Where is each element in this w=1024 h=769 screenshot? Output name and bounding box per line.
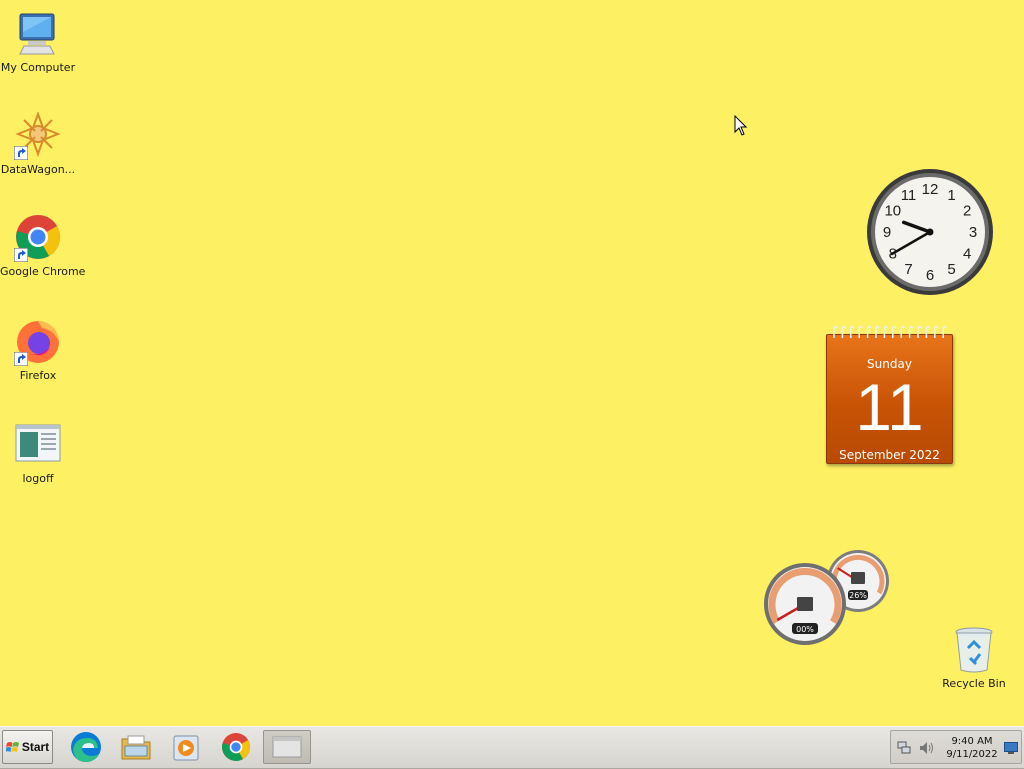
calendar-gadget[interactable]: Sunday 11 September 2022 [826,324,953,464]
taskbar-media-player-button[interactable] [166,730,206,764]
shortcut-arrow-icon [14,248,28,262]
calendar-ring [934,325,939,338]
clock-numeral: 6 [926,267,934,284]
desktop-icon-label: DataWagon... [0,163,76,176]
calendar-ring [892,325,897,338]
clock-numeral: 5 [947,261,955,278]
calendar-month-year: September 2022 [839,448,940,462]
desktop-icon-label: Firefox [19,369,57,382]
calendar-weekday: Sunday [867,357,912,371]
tray-time: 9:40 AM [951,736,993,747]
taskbar-edge-button[interactable] [66,730,106,764]
taskbar-chrome-button[interactable] [216,730,256,764]
shortcut-arrow-icon [14,146,28,160]
calendar-day-number: 11 [855,370,924,444]
clock-numeral: 4 [963,246,971,263]
clock-numeral: 2 [963,203,971,220]
start-label: Start [21,740,50,754]
tray-clock[interactable]: 9:40 AM 9/11/2022 [943,735,1001,761]
chrome-icon [222,733,250,761]
system-tray: 9:40 AM 9/11/2022 [890,730,1022,764]
datawagon-icon [14,111,62,160]
show-desktop-icon[interactable] [1004,742,1018,754]
logoff-icon [14,421,62,469]
desktop-icon-label: Google Chrome [0,265,86,278]
calendar-ring [875,325,880,338]
taskbar: Start 9:40 AM 9/11/2022 [0,726,1024,769]
calendar-ring [866,325,872,338]
calendar-ring [917,325,922,338]
taskbar-window-button[interactable] [263,730,311,764]
calendar-ring [850,325,855,338]
volume-icon[interactable] [919,741,935,755]
calendar-ring [833,325,838,338]
desktop-icon-recycle-bin[interactable]: Recycle Bin [936,626,1012,690]
cpu-meter-gadget[interactable]: 26% 00% [762,548,892,648]
folder-icon [121,735,151,760]
memory-percent-label: 26% [849,591,867,600]
window-icon [272,736,302,758]
desktop-icon-google-chrome[interactable]: Google Chrome [0,214,86,278]
calendar-page: Sunday 11 September 2022 [826,334,953,464]
desktop-icon-firefox[interactable]: Firefox [0,318,76,382]
media-player-icon [173,735,199,761]
mouse-cursor-icon [734,115,748,136]
calendar-ring [841,325,847,338]
desktop-icon-my-computer[interactable]: My Computer [0,10,76,74]
clock-gadget[interactable]: 121234567891011 [865,167,995,297]
clock-numeral: 11 [901,187,917,204]
chrome-icon [14,214,62,262]
tray-date: 9/11/2022 [946,749,998,760]
windows-logo-icon [5,742,19,752]
desktop-icon-label: Recycle Bin [942,677,1006,690]
network-icon[interactable] [897,741,911,755]
calendar-ring [908,325,914,338]
calendar-binding-rings [833,325,947,338]
clock-numeral: 3 [969,224,977,241]
calendar-ring [942,325,947,338]
computer-icon [14,10,62,58]
calendar-ring [900,325,905,338]
clock-numeral: 1 [947,187,955,204]
clock-numeral: 10 [884,203,901,220]
desktop: My Computer DataWagon... Google Chrome F… [0,0,1024,726]
taskbar-file-explorer-button[interactable] [116,730,156,764]
cpu-percent-label: 00% [796,625,814,634]
firefox-icon [14,318,62,366]
desktop-icon-logoff[interactable]: logoff [0,421,76,485]
shortcut-arrow-icon [14,352,28,366]
desktop-icon-label: logoff [22,472,54,485]
clock-numeral: 7 [904,261,912,278]
desktop-icon-datawagon[interactable]: DataWagon... [0,111,76,176]
desktop-icon-label: My Computer [0,61,76,74]
clock-numeral: 9 [883,224,891,241]
start-button[interactable]: Start [2,730,53,764]
recycle-bin-icon [950,626,998,674]
clock-numeral: 12 [922,181,939,198]
calendar-ring [858,325,863,338]
edge-icon [71,732,101,762]
calendar-ring [925,325,931,338]
calendar-ring [883,325,889,338]
